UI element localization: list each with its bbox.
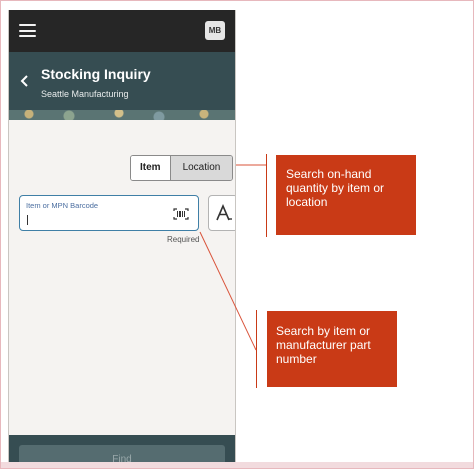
bottom-strip — [0, 462, 474, 469]
callout-connector-lines — [199, 164, 266, 351]
